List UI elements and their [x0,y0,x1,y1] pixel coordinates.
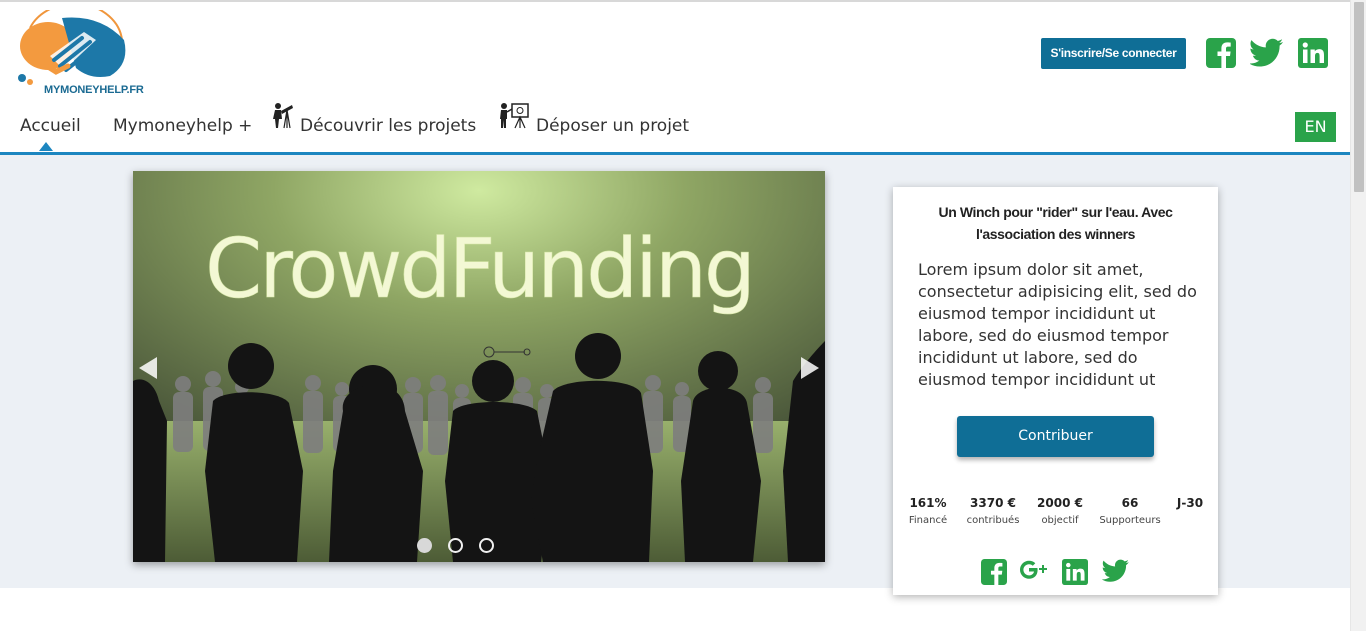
nav-item-label: Découvrir les projets [300,116,477,136]
slide-headline: CrowdFunding [205,222,753,317]
scrollbar-thumb[interactable] [1354,2,1364,192]
contribute-button[interactable]: Contribuer [957,416,1154,457]
share-google-plus-icon[interactable] [1020,559,1048,587]
stat-value: 2000 € [1037,496,1083,510]
nav-item-deposer-projet[interactable]: Déposer un projet [498,100,689,152]
stat-label: Financé [908,515,948,526]
page-scrollbar[interactable] [1350,0,1366,631]
logo-text: MYMONEYHELP.FR [44,84,144,96]
stat-goal: 2000 € objectif [1030,496,1090,528]
language-switch-button[interactable]: EN [1295,112,1336,142]
site-logo[interactable]: MYMONEYHELP.FR [10,2,144,98]
nav-item-label: Mymoneyhelp + [113,116,253,136]
slider-next-button[interactable] [799,355,821,381]
share-linkedin-icon[interactable] [1062,559,1088,587]
stat-value: 66 [1121,496,1139,510]
nav-item-label: Accueil [20,116,81,136]
facebook-icon[interactable] [1206,38,1236,70]
stat-days-left: J-30 [1170,496,1210,510]
share-twitter-icon[interactable] [1101,559,1130,587]
stat-label: objectif [1041,515,1079,526]
site-header: MYMONEYHELP.FR S'inscrire/Se connecter [0,2,1350,100]
stat-value: 3370 € [970,496,1016,510]
presenter-board-icon [498,98,530,150]
project-card: Un Winch pour "rider" sur l'eau. Avec l'… [893,187,1218,595]
main-nav: Accueil Mymoneyhelp + Découvrir les proj… [0,100,1350,155]
stat-funded: 161% Financé [903,496,953,528]
stat-contributed: 3370 € contribués [963,496,1023,528]
slider-dot-1[interactable] [417,538,432,553]
slide-image: CrowdFunding [133,171,825,562]
nav-item-decouvrir-projets[interactable]: Découvrir les projets [270,100,476,152]
twitter-icon[interactable] [1249,38,1284,70]
project-description: Lorem ipsum dolor sit amet, consectetur … [918,260,1197,389]
stat-value: J-30 [1176,496,1204,510]
stat-value: 161% [909,496,947,510]
arrow-right-icon [801,357,819,379]
telescope-person-icon [270,98,294,150]
signin-button[interactable]: S'inscrire/Se connecter [1041,38,1186,69]
active-nav-indicator [39,142,53,151]
nav-item-label: Déposer un projet [536,116,690,136]
slider-prev-button[interactable] [137,355,159,381]
arrow-left-icon [139,357,157,379]
project-title[interactable]: Un Winch pour "rider" sur l'eau. Avec l'… [913,201,1198,245]
slider-dot-2[interactable] [448,538,463,553]
stat-supporters: 66 Supporteurs [1095,496,1165,528]
linkedin-icon[interactable] [1298,38,1328,70]
share-facebook-icon[interactable] [981,559,1007,587]
stat-label: contribués [966,515,1020,526]
stat-label: Supporteurs [1099,515,1161,526]
hero-slider[interactable]: CrowdFunding [133,171,825,562]
slider-dot-3[interactable] [479,538,494,553]
nav-item-mymoneyhelp-plus[interactable]: Mymoneyhelp + [113,100,252,152]
